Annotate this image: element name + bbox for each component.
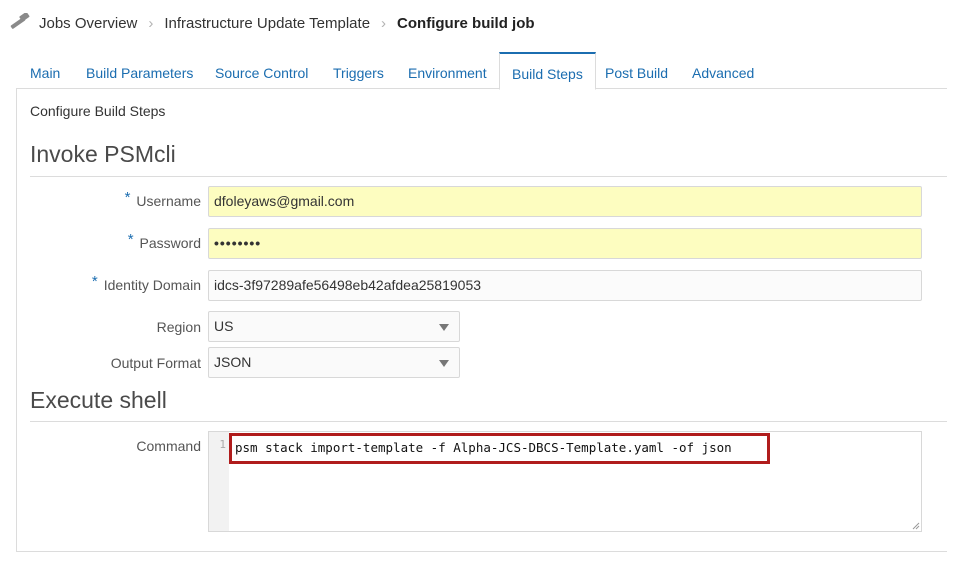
required-marker: * bbox=[127, 231, 134, 248]
hammer-icon bbox=[8, 13, 32, 33]
tab-main[interactable]: Main bbox=[18, 52, 72, 89]
password-label: * Password bbox=[127, 231, 201, 251]
tab-build-parameters[interactable]: Build Parameters bbox=[74, 52, 205, 89]
identity-domain-label: * Identity Domain bbox=[91, 273, 201, 293]
region-select[interactable]: US bbox=[208, 311, 460, 342]
highlight-box: psm stack import-template -f Alpha-JCS-D… bbox=[229, 433, 770, 464]
section-title-psmcli: Invoke PSMcli bbox=[30, 141, 176, 167]
section-divider bbox=[30, 421, 947, 422]
command-label: Command bbox=[136, 438, 201, 454]
command-text: psm stack import-template -f Alpha-JCS-D… bbox=[235, 440, 732, 455]
resize-handle-icon[interactable] bbox=[912, 522, 920, 530]
chevron-right-icon: › bbox=[148, 14, 154, 32]
tab-advanced[interactable]: Advanced bbox=[680, 52, 766, 89]
output-format-label: Output Format bbox=[110, 355, 201, 371]
identity-domain-input[interactable]: idcs-3f97289afe56498eb42afdea25819053 bbox=[208, 270, 922, 301]
section-title-execute-shell: Execute shell bbox=[30, 387, 167, 413]
tab-environment[interactable]: Environment bbox=[396, 52, 499, 89]
section-divider bbox=[30, 176, 947, 177]
region-value: US bbox=[214, 318, 234, 334]
output-format-select[interactable]: JSON bbox=[208, 347, 460, 378]
tab-triggers[interactable]: Triggers bbox=[321, 52, 396, 89]
line-number: 1 bbox=[209, 432, 229, 531]
command-editor[interactable]: 1 psm stack import-template -f Alpha-JCS… bbox=[208, 431, 922, 532]
username-input[interactable]: dfoleyaws@gmail.com bbox=[208, 186, 922, 217]
region-label: Region bbox=[156, 319, 201, 335]
tab-post-build[interactable]: Post Build bbox=[593, 52, 680, 89]
breadcrumb: Jobs Overview › Infrastructure Update Te… bbox=[8, 11, 535, 35]
required-marker: * bbox=[91, 273, 98, 290]
chevron-right-icon: › bbox=[381, 14, 387, 32]
breadcrumb-current: Configure build job bbox=[397, 14, 535, 32]
build-steps-panel: Configure Build Steps Invoke PSMcli * Use… bbox=[16, 89, 947, 552]
required-marker: * bbox=[124, 189, 131, 206]
password-input[interactable]: •••••••• bbox=[208, 228, 922, 259]
dropdown-arrow-icon bbox=[439, 360, 449, 367]
tab-source-control[interactable]: Source Control bbox=[203, 52, 320, 89]
dropdown-arrow-icon bbox=[439, 324, 449, 331]
username-label: * Username bbox=[124, 189, 201, 209]
breadcrumb-jobs-overview[interactable]: Jobs Overview bbox=[39, 15, 137, 32]
tab-build-steps[interactable]: Build Steps bbox=[499, 52, 596, 90]
tab-bar: Main Build Parameters Source Control Tri… bbox=[16, 52, 947, 90]
output-format-value: JSON bbox=[214, 354, 252, 370]
panel-subtitle: Configure Build Steps bbox=[30, 103, 166, 119]
breadcrumb-template[interactable]: Infrastructure Update Template bbox=[164, 15, 370, 32]
